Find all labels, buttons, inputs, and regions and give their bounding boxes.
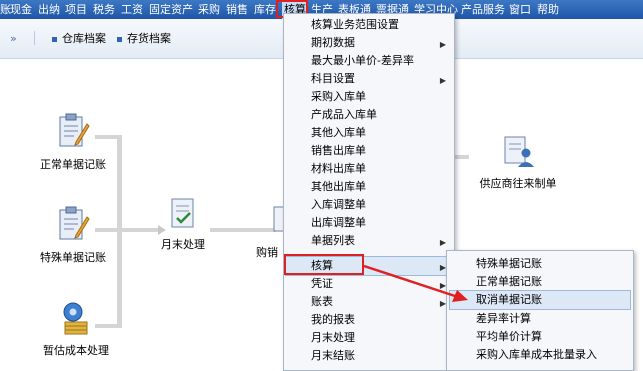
annotation-arrow-icon — [363, 264, 468, 302]
